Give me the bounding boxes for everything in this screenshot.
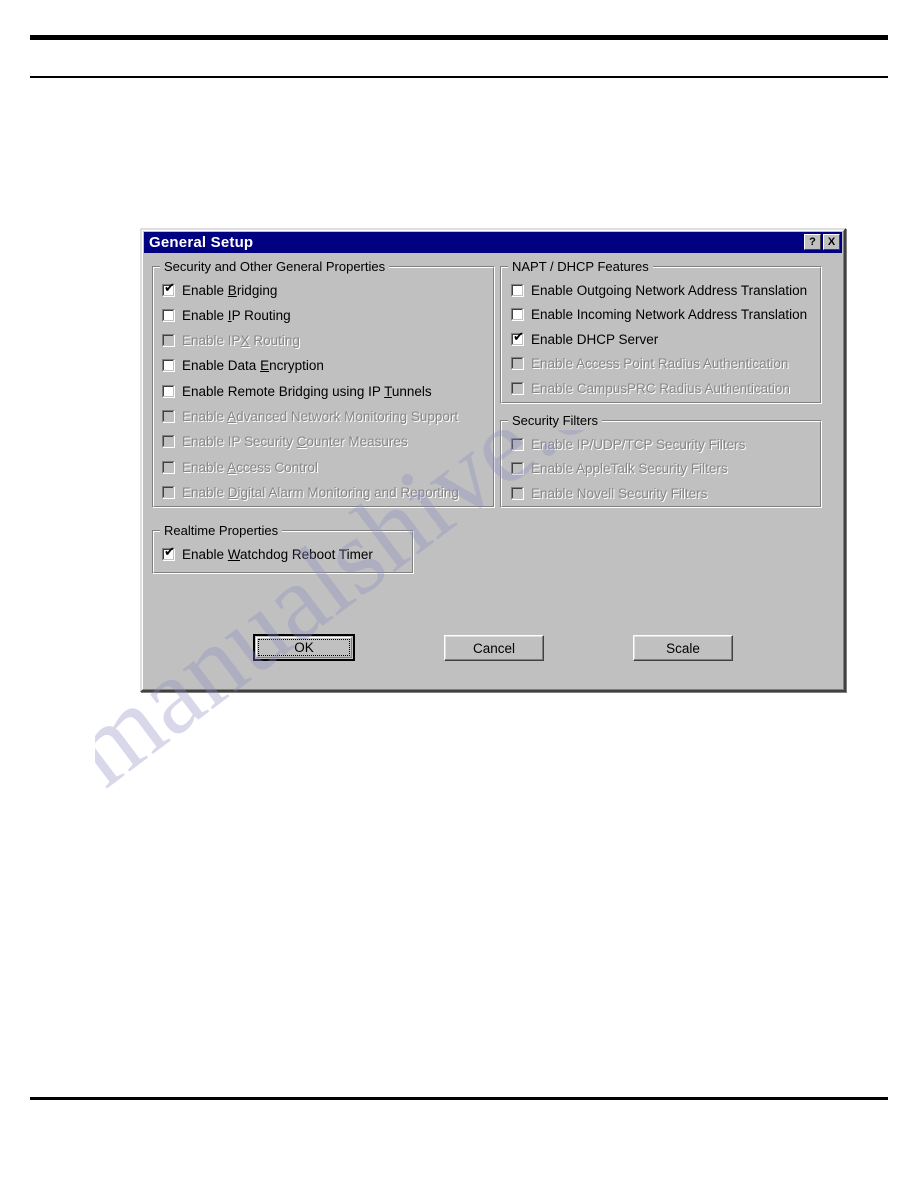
checkbox-unchecked-icon	[511, 381, 524, 395]
dialog-titlebar[interactable]: General Setup ? X	[144, 232, 842, 253]
checkbox-row[interactable]: ✔ Enable DHCP Server	[511, 330, 658, 348]
checkbox-row: Enable AppleTalk Security Filters	[511, 460, 728, 478]
checkbox-label: Enable Access Control	[182, 459, 318, 475]
checkbox-label: Enable Watchdog Reboot Timer	[182, 546, 373, 562]
checkbox-label: Enable Outgoing Network Address Translat…	[531, 282, 808, 298]
checkbox-label: Enable Data Encryption	[182, 358, 324, 374]
page-rule-top-thin	[30, 76, 888, 78]
close-icon[interactable]: X	[823, 234, 840, 250]
checkbox-row[interactable]: Enable Data Encryption	[162, 357, 324, 375]
group-filters-title: Security Filters	[508, 413, 602, 428]
checkbox-row[interactable]: Enable Incoming Network Address Translat…	[511, 306, 807, 324]
checkbox-unchecked-icon	[162, 460, 175, 474]
checkbox-checked-icon[interactable]: ✔	[511, 329, 524, 346]
checkbox-checked-icon[interactable]: ✔	[162, 280, 175, 297]
dialog-title: General Setup	[149, 234, 254, 251]
checkbox-unchecked-icon[interactable]	[511, 283, 524, 297]
checkbox-row[interactable]: Enable Remote Bridging using IP Tunnels	[162, 382, 432, 400]
checkbox-row: Enable IP/UDP/TCP Security Filters	[511, 435, 745, 453]
checkbox-label: Enable Advanced Network Monitoring Suppo…	[182, 409, 459, 424]
checkbox-row: Enable IP Security Counter Measures	[162, 433, 408, 451]
checkbox-label: Enable Access Point Radius Authenticatio…	[531, 356, 789, 372]
checkbox-row[interactable]: Enable Outgoing Network Address Translat…	[511, 281, 807, 299]
checkbox-label: Enable IP Security Counter Measures	[182, 434, 408, 450]
group-napt-title: NAPT / DHCP Features	[508, 259, 653, 274]
group-napt-dhcp-features: NAPT / DHCP Features Enable Outgoing Net…	[500, 259, 822, 404]
checkbox-unchecked-icon	[162, 334, 175, 348]
checkbox-unchecked-icon	[162, 410, 175, 423]
page-rule-top-thick	[30, 35, 888, 40]
scale-button-label: Scale	[666, 640, 700, 656]
check-mark-icon: ✔	[164, 544, 175, 560]
checkbox-label: Enable Incoming Network Address Translat…	[531, 307, 808, 323]
checkbox-label: Enable IPX Routing	[182, 333, 300, 349]
ok-button[interactable]: OK	[253, 634, 355, 661]
group-security-title: Security and Other General Properties	[160, 259, 390, 274]
checkbox-label: Enable Bridging	[182, 282, 278, 298]
titlebar-button-group: ? X	[804, 234, 840, 250]
cancel-button-label: Cancel	[472, 640, 516, 656]
check-mark-icon: ✔	[513, 329, 524, 345]
checkbox-unchecked-icon	[511, 486, 524, 500]
general-setup-dialog: General Setup ? X Security and Other Gen…	[140, 228, 846, 692]
checkbox-row: Enable IPX Routing	[162, 332, 300, 350]
checkbox-label: Enable IP/UDP/TCP Security Filters	[531, 436, 746, 452]
checkbox-unchecked-icon	[511, 437, 524, 451]
group-realtime-title: Realtime Properties	[160, 523, 283, 538]
checkbox-unchecked-icon	[162, 435, 175, 449]
checkbox-unchecked-icon[interactable]	[162, 359, 175, 373]
checkbox-label: Enable DHCP Server	[531, 331, 659, 347]
group-realtime-properties: Realtime Properties ✔ Enable Watchdog Reb…	[152, 523, 414, 574]
checkbox-label: Enable Remote Bridging using IP Tunnels	[182, 383, 432, 399]
checkbox-unchecked-icon[interactable]	[162, 384, 175, 398]
checkbox-row[interactable]: ✔ Enable Watchdog Reboot Timer	[162, 545, 373, 563]
ok-button-focus-rect: OK	[258, 639, 350, 656]
checkbox-label: Enable AppleTalk Security Filters	[531, 461, 728, 477]
cancel-button[interactable]: Cancel	[444, 635, 544, 661]
ok-button-label: OK	[294, 640, 314, 655]
checkbox-row[interactable]: Enable IP Routing	[162, 306, 291, 324]
checkbox-label: Enable Digital Alarm Monitoring and Repo…	[182, 484, 459, 500]
checkbox-unchecked-icon[interactable]	[162, 308, 175, 322]
checkbox-row: Enable Advanced Network Monitoring Suppo…	[162, 408, 458, 426]
checkbox-row: Enable CampusPRC Radius Authentication	[511, 379, 790, 397]
page-rule-bottom	[30, 1097, 888, 1100]
checkbox-row: Enable Access Point Radius Authenticatio…	[511, 355, 788, 373]
checkbox-row: Enable Digital Alarm Monitoring and Repo…	[162, 483, 459, 501]
check-mark-icon: ✔	[164, 280, 175, 296]
checkbox-unchecked-icon	[511, 357, 524, 371]
checkbox-label: Enable IP Routing	[182, 307, 291, 323]
checkbox-label: Enable CampusPRC Radius Authentication	[531, 380, 790, 396]
checkbox-row[interactable]: ✔ Enable Bridging	[162, 281, 277, 299]
checkbox-unchecked-icon	[511, 462, 524, 476]
group-security-and-other-general-properties: Security and Other General Properties ✔ E…	[152, 259, 495, 508]
group-security-filters: Security Filters Enable IP/UDP/TCP Secur…	[500, 413, 822, 508]
checkbox-unchecked-icon	[162, 485, 175, 499]
help-icon[interactable]: ?	[804, 234, 821, 250]
checkbox-checked-icon[interactable]: ✔	[162, 544, 175, 561]
checkbox-row: Enable Access Control	[162, 458, 318, 476]
checkbox-row: Enable Novell Security Filters	[511, 484, 707, 502]
checkbox-label: Enable Novell Security Filters	[531, 485, 708, 501]
checkbox-unchecked-icon[interactable]	[511, 308, 524, 322]
scale-button[interactable]: Scale	[633, 635, 733, 661]
